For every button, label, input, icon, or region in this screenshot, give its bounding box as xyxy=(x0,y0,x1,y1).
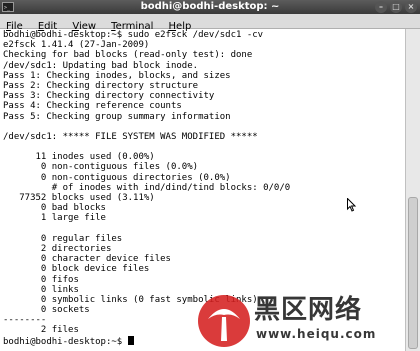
watermark: 黑区网络 www.heiqu.com xyxy=(196,293,404,349)
watermark-url-text: www.heiqu.com xyxy=(256,327,377,341)
terminal-line: Pass 1: Checking inodes, blocks, and siz… xyxy=(3,70,231,81)
window-title: bodhi@bodhi-desktop: ~ xyxy=(140,1,280,12)
terminal-line: 0 bad blocks xyxy=(3,203,106,214)
terminal-line: 0 character device files xyxy=(3,254,171,265)
terminal-line: Checking for bad blocks (read-only test)… xyxy=(3,50,253,61)
terminal-line: /dev/sdc1: ***** FILE SYSTEM WAS MODIFIE… xyxy=(3,131,258,142)
minimize-button[interactable]: – xyxy=(375,1,387,13)
terminal-line: /dev/sdc1: Updating bad block inode. xyxy=(3,60,199,71)
terminal-line: 0 block device files xyxy=(3,264,150,275)
scrollbar-thumb[interactable] xyxy=(408,197,418,349)
text-cursor xyxy=(127,335,134,345)
vertical-scrollbar[interactable] xyxy=(405,29,420,351)
terminal-line: e2fsck 1.41.4 (27-Jan-2009) xyxy=(3,40,150,51)
menu-bar: File Edit View Terminal Help xyxy=(0,14,420,32)
terminal-line: Pass 2: Checking directory structure xyxy=(3,80,199,91)
mouse-pointer-icon xyxy=(347,198,357,212)
terminal-line: 1 large file xyxy=(3,213,106,224)
terminal-line: 11 inodes used (0.00%) xyxy=(3,152,155,163)
terminal-line: 0 regular files xyxy=(3,233,123,244)
terminal-line: 77352 blocks used (3.11%) xyxy=(3,193,155,203)
terminal-line: 2 directories xyxy=(3,243,112,254)
watermark-cn-text: 黑区网络 xyxy=(254,295,363,325)
terminal-line: Pass 3: Checking directory connectivity xyxy=(3,91,215,102)
terminal-window: >_ bodhi@bodhi-desktop: ~ – □ × File Edi… xyxy=(0,0,420,351)
title-bar[interactable]: >_ bodhi@bodhi-desktop: ~ – □ × xyxy=(0,0,420,14)
terminal-line: bodhi@bodhi-desktop:~$ sudo e2fsck /dev/… xyxy=(3,30,264,40)
terminal-line: Pass 4: Checking reference counts xyxy=(3,101,182,112)
terminal-prompt: bodhi@bodhi-desktop:~$ xyxy=(3,336,128,347)
terminal-line: Pass 5: Checking group summary informati… xyxy=(3,111,231,122)
terminal-line: 0 non-contiguous files (0.0%) xyxy=(3,162,199,173)
watermark-logo-icon xyxy=(198,295,250,347)
terminal-line: 0 fifos xyxy=(3,274,79,285)
maximize-button[interactable]: □ xyxy=(390,1,402,13)
terminal-line: # of inodes with ind/dind/tind blocks: 0… xyxy=(3,182,291,193)
terminal-line: 0 non-contiguous directories (0.0%) xyxy=(3,172,231,183)
close-button[interactable]: × xyxy=(405,1,417,13)
